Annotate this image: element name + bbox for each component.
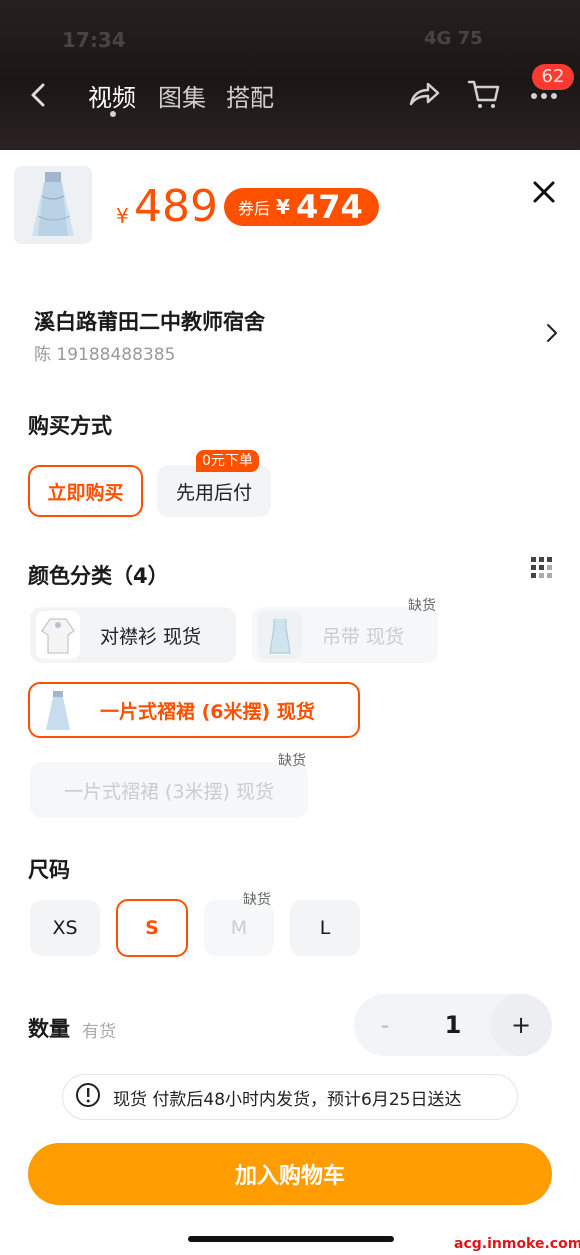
color-option-skirt-6m[interactable]: 一片式褶裙 (6米摆) 现货 [28, 682, 360, 738]
coupon-price-badge: 券后 ¥ 474 [224, 188, 379, 226]
out-of-stock-label: 缺货 [243, 892, 271, 908]
price-currency: ¥ [116, 204, 129, 228]
purchase-method-title: 购买方式 [28, 414, 112, 438]
cart-icon[interactable] [466, 76, 502, 112]
color-option-label: 对襟衫 现货 [100, 625, 202, 648]
quantity-title: 数量 [28, 1017, 70, 1041]
out-of-stock-label: 缺货 [408, 598, 436, 614]
delivery-notice-text: 现货 付款后48小时内发货，预计6月25日送达 [113, 1089, 462, 1110]
address-line[interactable]: 溪白路莆田二中教师宿舍 [34, 306, 265, 336]
chevron-right-icon[interactable] [544, 322, 560, 344]
coupon-currency: ¥ [276, 195, 290, 219]
product-price: 489 [134, 181, 218, 232]
camisole-thumbnail [258, 611, 302, 659]
status-indicators: 4G 75 [424, 28, 483, 49]
status-time: 17:34 [62, 28, 126, 52]
watermark: acg.inmoke.com [454, 1236, 580, 1252]
decrement-button[interactable]: - [354, 994, 416, 1056]
skirt-thumbnail [36, 686, 80, 734]
active-tab-indicator [110, 111, 116, 117]
stock-status: 有货 [82, 1022, 116, 1042]
grid-view-icon[interactable] [530, 556, 554, 584]
tab-gallery[interactable]: 图集 [158, 78, 206, 113]
size-option-l[interactable]: L [290, 900, 360, 956]
zero-down-tag: 0元下单 [196, 450, 259, 472]
size-title: 尺码 [28, 858, 70, 882]
color-option-label: 一片式褶裙 (6米摆) 现货 [100, 700, 315, 723]
quantity-value[interactable]: 1 [433, 994, 473, 1056]
color-option-label: 一片式褶裙 (3米摆) 现货 [64, 780, 274, 803]
status-bar: 17:34 4G 75 [0, 0, 580, 60]
option-buy-now[interactable]: 立即购买 [28, 465, 143, 517]
color-title: 颜色分类（4） [28, 564, 169, 588]
close-icon[interactable] [530, 178, 558, 206]
color-option-skirt-3m[interactable]: 一片式褶裙 (3米摆) 现货 [30, 762, 308, 818]
tab-video[interactable]: 视频 [88, 78, 136, 113]
delivery-notice: 现货 付款后48小时内发货，预计6月25日送达 [62, 1074, 518, 1120]
info-icon [75, 1082, 101, 1113]
out-of-stock-label: 缺货 [278, 753, 306, 769]
color-option-label: 吊带 现货 [322, 625, 405, 648]
color-option-cardigan[interactable]: 对襟衫 现货 [30, 607, 236, 663]
back-icon[interactable] [24, 80, 54, 110]
option-pay-later[interactable]: 先用后付 [157, 465, 271, 517]
address-contact: 陈 19188488385 [34, 345, 176, 365]
color-option-camisole[interactable]: 吊带 现货 [252, 607, 438, 663]
cart-count-badge: 62 [532, 64, 574, 90]
home-indicator [188, 1236, 394, 1242]
size-option-s[interactable]: S [116, 899, 188, 957]
coupon-price: 474 [295, 188, 363, 226]
increment-button[interactable]: + [490, 994, 552, 1056]
coupon-label: 券后 [238, 199, 271, 218]
tab-outfit[interactable]: 搭配 [226, 78, 274, 113]
size-option-xs[interactable]: XS [30, 900, 100, 956]
quantity-stepper: - 1 + [354, 994, 552, 1056]
add-to-cart-button[interactable]: 加入购物车 [28, 1143, 552, 1205]
product-thumbnail[interactable] [14, 166, 92, 244]
cardigan-thumbnail [36, 611, 80, 659]
share-icon[interactable] [406, 76, 442, 112]
